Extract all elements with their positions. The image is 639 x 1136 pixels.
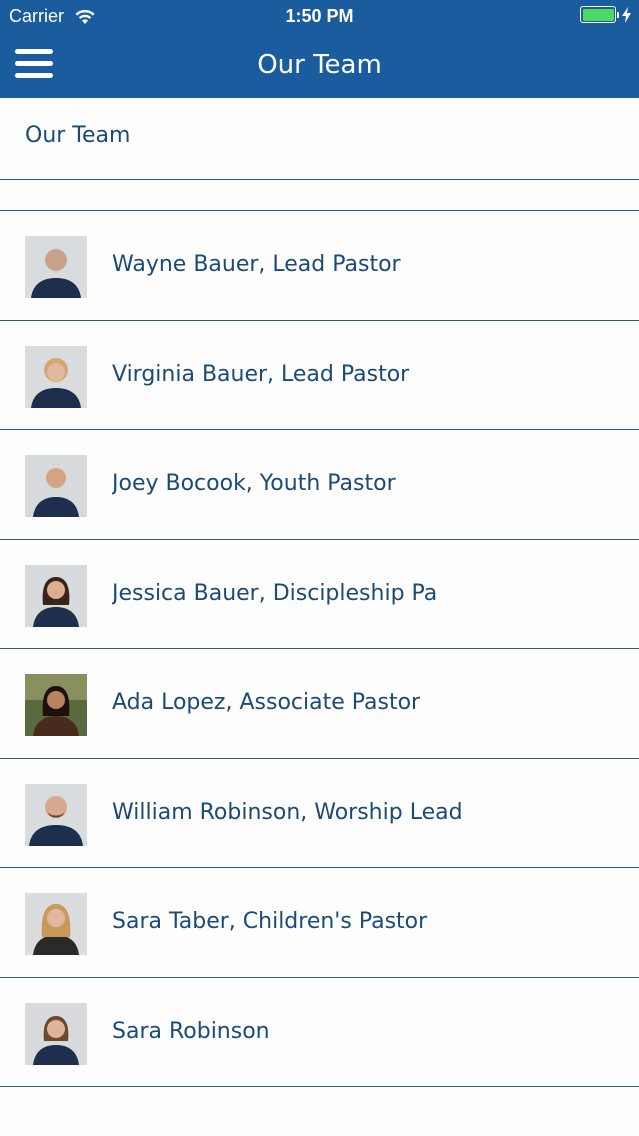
team-member-name: William Robinson, Worship Lead — [112, 799, 463, 825]
battery-indicator — [580, 6, 631, 23]
team-member-row[interactable]: Ada Lopez, Associate Pastor — [0, 649, 639, 759]
team-member-photo — [25, 236, 87, 298]
team-member-name: Jessica Bauer, Discipleship Pa — [112, 580, 438, 606]
team-member-row[interactable]: Virginia Bauer, Lead Pastor — [0, 321, 639, 430]
team-member-name: Ada Lopez, Associate Pastor — [112, 690, 421, 715]
page-heading-text: Our Team — [25, 123, 131, 148]
team-member-row[interactable]: Joey Bocook, Youth Pastor — [0, 430, 639, 540]
navigation-bar: Carrier 1:50 PM Our Team — [0, 0, 639, 98]
team-member-name: Joey Bocook, Youth Pastor — [112, 471, 396, 496]
team-member-row[interactable]: Sara Taber, Children's Pastor — [0, 868, 639, 978]
team-member-name: Sara Taber, Children's Pastor — [112, 909, 428, 934]
team-member-photo — [25, 783, 87, 846]
team-member-photo — [25, 893, 87, 955]
status-time: 1:50 PM — [285, 6, 354, 26]
team-member-row[interactable]: Sara Robinson — [0, 978, 639, 1087]
battery-icon — [580, 6, 616, 23]
team-member-row[interactable]: Jessica Bauer, Discipleship Pa — [0, 540, 639, 649]
page-heading: Our Team — [0, 98, 639, 180]
team-member-photo — [25, 345, 87, 408]
team-member-row[interactable]: Wayne Bauer, Lead Pastor — [0, 211, 639, 321]
charging-bolt-icon — [622, 6, 631, 23]
team-member-row[interactable]: William Robinson, Worship Lead — [0, 759, 639, 868]
team-member-name: Sara Robinson — [112, 1018, 270, 1044]
team-member-photo — [25, 455, 87, 517]
status-bar: Carrier 1:50 PM — [0, 0, 639, 34]
team-member-name: Virginia Bauer, Lead Pastor — [112, 361, 410, 387]
team-member-photo — [25, 1002, 87, 1065]
team-list: Wayne Bauer, Lead Pastor Virginia Bauer,… — [0, 211, 639, 1087]
team-member-photo — [25, 564, 87, 627]
team-member-photo — [25, 674, 87, 736]
team-member-name: Wayne Bauer, Lead Pastor — [112, 252, 401, 277]
nav-title: Our Team — [257, 50, 382, 80]
